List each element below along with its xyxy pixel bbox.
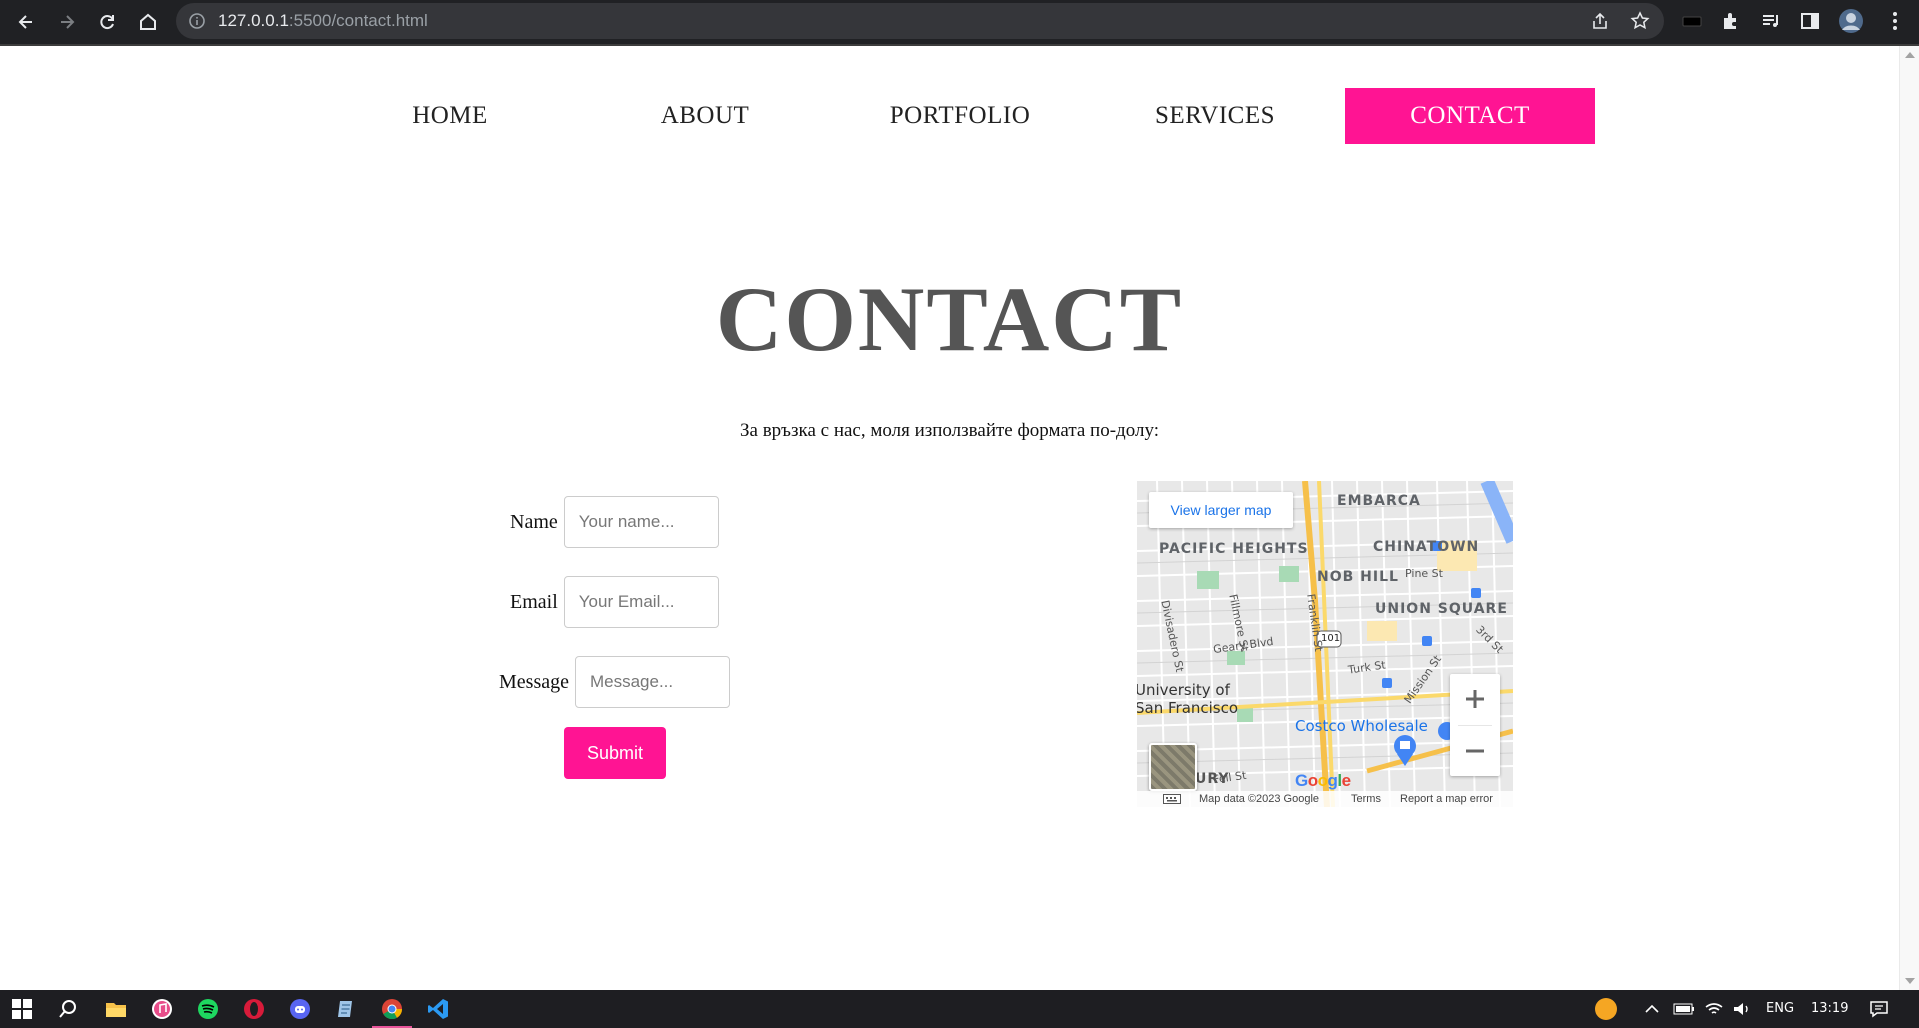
email-label: Email <box>510 590 558 613</box>
discord-icon[interactable] <box>288 997 312 1021</box>
battery-icon[interactable] <box>1672 997 1696 1021</box>
browser-toolbar: 127.0.0.1:5500/contact.html <box>0 0 1919 44</box>
back-icon[interactable] <box>9 5 43 39</box>
nav-home-link[interactable]: HOME <box>325 88 575 144</box>
page-scrollbar[interactable] <box>1899 46 1919 990</box>
message-input[interactable] <box>574 656 730 708</box>
message-label: Message <box>499 670 569 693</box>
map-street-label: Pine St <box>1405 567 1443 580</box>
notifications-icon[interactable] <box>1867 997 1891 1021</box>
map-area-label: CHINATOWN <box>1373 539 1480 555</box>
search-icon[interactable] <box>56 997 80 1021</box>
message-row: Message <box>499 656 730 708</box>
map-data-text: Map data ©2023 Google <box>1199 793 1320 805</box>
extensions-puzzle-icon[interactable] <box>1720 10 1742 32</box>
intro-text: За връзка с нас, моля използвайте формат… <box>740 420 1159 441</box>
map-report-link[interactable]: Report a map error <box>1400 793 1493 805</box>
nav-about-link[interactable]: ABOUT <box>580 88 830 144</box>
itunes-icon[interactable] <box>150 997 174 1021</box>
map-area-label: URY <box>1195 771 1230 787</box>
view-larger-map-link[interactable]: View larger map <box>1149 492 1293 528</box>
nav-services-link[interactable]: SERVICES <box>1090 88 1340 144</box>
url-text: 127.0.0.1:5500/contact.html <box>218 11 428 30</box>
map-area-label: PACIFIC HEIGHTS <box>1159 541 1309 557</box>
submit-button[interactable]: Submit <box>564 727 666 779</box>
map-footer: Map data ©2023 Google Terms Report a map… <box>1137 791 1513 807</box>
side-panel-icon[interactable] <box>1799 10 1821 32</box>
tray-orange-app-icon[interactable] <box>1594 997 1618 1021</box>
email-row: Email <box>510 576 719 628</box>
chrome-icon[interactable] <box>380 997 404 1021</box>
map-terms-link[interactable]: Terms <box>1351 793 1381 805</box>
name-label: Name <box>510 510 558 533</box>
satellite-toggle[interactable] <box>1149 743 1197 791</box>
language-indicator[interactable]: ENG <box>1766 1001 1794 1016</box>
map-area-label: UNION SQUARE <box>1375 601 1508 617</box>
name-input[interactable] <box>563 496 719 548</box>
opera-icon[interactable] <box>242 997 266 1021</box>
zoom-in-icon[interactable] <box>1450 674 1500 724</box>
google-logo: Google <box>1295 771 1351 790</box>
bookmark-star-icon[interactable] <box>1630 11 1650 31</box>
web-page: HOME ABOUT PORTFOLIO SERVICES CONTACT CO… <box>0 46 1899 990</box>
name-row: Name <box>510 496 719 548</box>
nav-contact-link[interactable]: CONTACT <box>1345 88 1595 144</box>
scroll-down-arrow-icon[interactable] <box>1905 978 1915 984</box>
site-info-icon[interactable] <box>188 12 206 30</box>
page-title: CONTACT <box>715 268 1184 370</box>
map-poi-label: Costco Wholesale <box>1295 717 1428 735</box>
spotify-icon[interactable] <box>196 997 220 1021</box>
menu-kebab-icon[interactable] <box>1884 10 1906 32</box>
highway-shield: 101 <box>1321 633 1341 644</box>
file-explorer-icon[interactable] <box>104 997 128 1021</box>
main-navigation: HOME ABOUT PORTFOLIO SERVICES CONTACT <box>0 88 1899 144</box>
map-zoom-controls <box>1450 674 1500 776</box>
map-place-label: San Francisco <box>1137 699 1239 717</box>
windows-start-icon[interactable] <box>10 997 34 1021</box>
wifi-icon[interactable] <box>1702 997 1726 1021</box>
vscode-icon[interactable] <box>426 997 450 1021</box>
map-place-label: University of <box>1137 681 1230 699</box>
email-input[interactable] <box>563 576 719 628</box>
keyboard-shortcuts-icon[interactable] <box>1163 794 1181 804</box>
address-bar[interactable]: 127.0.0.1:5500/contact.html <box>176 3 1664 39</box>
reload-icon[interactable] <box>90 5 124 39</box>
home-icon[interactable] <box>131 5 165 39</box>
map-area-label: EMBARCA <box>1337 493 1421 509</box>
forward-icon[interactable] <box>50 5 84 39</box>
media-queue-icon[interactable] <box>1760 10 1782 32</box>
clock-time[interactable]: 13:19 <box>1811 1001 1848 1016</box>
windows-taskbar: ENG 13:19 <box>0 990 1919 1028</box>
zoom-out-icon[interactable] <box>1450 726 1500 776</box>
map-embed[interactable]: View larger map EMBARCA PACIFIC HEIGHTS … <box>1137 481 1513 807</box>
volume-icon[interactable] <box>1730 997 1754 1021</box>
share-icon[interactable] <box>1590 11 1610 31</box>
map-area-label: NOB HILL <box>1317 569 1399 585</box>
notepad-icon[interactable] <box>334 997 358 1021</box>
nav-portfolio-link[interactable]: PORTFOLIO <box>835 88 1085 144</box>
profile-avatar-icon[interactable] <box>1838 8 1864 34</box>
scroll-up-arrow-icon[interactable] <box>1905 52 1915 58</box>
extension-keyboard-icon[interactable] <box>1681 10 1703 32</box>
show-hidden-icons-chevron-icon[interactable] <box>1640 997 1664 1021</box>
